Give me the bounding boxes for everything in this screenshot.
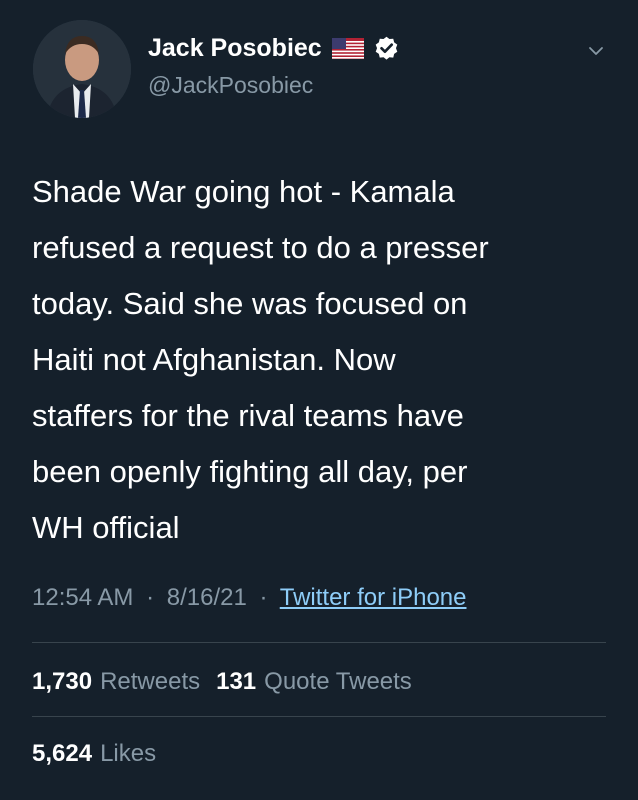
retweet-stats-row: 1,730 Retweets 131 Quote Tweets (32, 668, 412, 696)
meta-separator: · (146, 584, 155, 611)
us-flag-icon (331, 38, 364, 59)
tweet-source-link[interactable]: Twitter for iPhone (280, 584, 467, 611)
quote-tweets-count: 131 (216, 668, 257, 695)
avatar-image (33, 20, 131, 118)
verified-badge-icon (373, 35, 400, 62)
retweets-label: Retweets (100, 668, 201, 695)
avatar[interactable] (33, 20, 131, 118)
tweet-date[interactable]: 8/16/21 (167, 584, 247, 611)
author-handle[interactable]: @JackPosobiec (148, 72, 313, 99)
tweet-meta: 12:54 AM · 8/16/21 · Twitter for iPhone (32, 584, 466, 612)
likes-count: 5,624 (32, 740, 93, 767)
likes-label: Likes (100, 740, 157, 767)
tweet-header: Jack Posobiec @JackPosobiec (0, 0, 638, 140)
likes-stat[interactable]: 5,624 Likes (32, 740, 156, 767)
retweets-stat[interactable]: 1,730 Retweets (32, 668, 200, 695)
divider (32, 716, 606, 717)
quote-tweets-stat[interactable]: 131 Quote Tweets (216, 668, 412, 695)
tweet-text: Shade War going hot - Kamala refused a r… (32, 174, 489, 545)
tweet-time: 12:54 AM (32, 584, 134, 611)
author-display-name[interactable]: Jack Posobiec (148, 34, 322, 63)
divider (32, 642, 606, 643)
likes-stats-row: 5,624 Likes (32, 740, 156, 768)
author-name-row: Jack Posobiec (148, 34, 400, 63)
quote-tweets-label: Quote Tweets (264, 668, 412, 695)
retweets-count: 1,730 (32, 668, 93, 695)
chevron-down-icon[interactable] (583, 42, 609, 60)
meta-separator: · (259, 584, 268, 611)
